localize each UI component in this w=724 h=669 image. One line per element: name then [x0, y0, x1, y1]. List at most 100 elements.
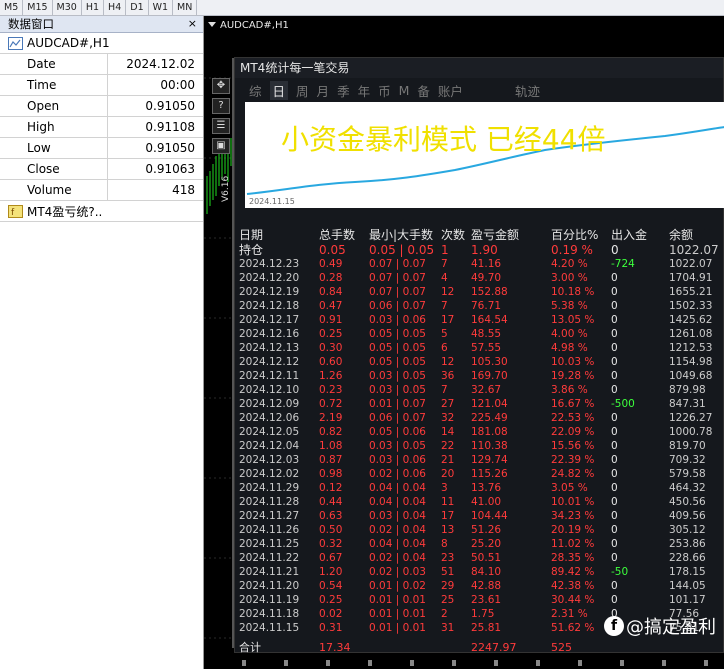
data-window-indicator-row[interactable]: f MT4盈亏统?.. [0, 201, 203, 222]
cell-count: 7 [441, 258, 448, 270]
table-row: 2024.11.25 0.32 0.04 | 0.04 8 25.20 11.02 % 0 2… [235, 537, 724, 551]
panel-tab[interactable]: 日 [269, 80, 289, 100]
cell-deposit: 0 [611, 552, 618, 564]
cell-lots: 0.12 [319, 482, 343, 494]
panel-tab[interactable]: 月 [317, 81, 330, 100]
data-window-rows: Date 2024.12.02 Time 00:00 Open 0.91050 High 0.… [0, 54, 203, 201]
panel-tab[interactable]: 备 [417, 81, 430, 100]
help-icon[interactable]: ? [212, 98, 230, 114]
cell-deposit: 0 [611, 356, 618, 368]
cell-balance: 1022.07 [669, 243, 719, 257]
panel-tab[interactable]: 账户 [438, 81, 463, 100]
panel-tab[interactable]: 轨迹 [515, 81, 540, 100]
cell-lots: 1.20 [319, 566, 343, 578]
timeframe-m15[interactable]: M15 [23, 0, 53, 15]
data-window-row: Close 0.91063 [0, 159, 203, 180]
cell-date: 2024.11.15 [239, 622, 300, 634]
chart-tab[interactable]: AUDCAD#,H1 [204, 20, 289, 34]
panel-tab[interactable]: 周 [296, 81, 309, 100]
cell-count: 51 [441, 566, 455, 578]
cell-min-max: 0.02 | 0.03 [369, 566, 426, 578]
cell-lots: 0.02 [319, 608, 343, 620]
panel-tab[interactable]: 季 [337, 81, 350, 100]
panel-tabs: 综日周月季年币 M 备账户 轨迹 [235, 78, 723, 102]
data-window-label: Date [0, 54, 108, 74]
timeframe-m5[interactable]: M5 [0, 0, 24, 15]
cell-balance: 450.56 [669, 496, 706, 508]
equity-start-date: 2024.11.15 [249, 197, 295, 206]
cell-date: 2024.12.05 [239, 426, 300, 438]
cell-balance: 144.05 [669, 580, 706, 592]
close-icon[interactable]: × [188, 16, 197, 32]
cell-balance: 579.58 [669, 468, 706, 480]
table-row: 2024.12.18 0.47 0.06 | 0.07 7 76.71 5.38 % 0 15… [235, 299, 724, 313]
cell-percent: 10.01 % [551, 496, 595, 508]
cell-percent: 2.31 % [551, 608, 588, 620]
timeframe-mn[interactable]: MN [173, 0, 198, 15]
timeframe-h4[interactable]: H4 [104, 0, 127, 15]
cell-lots: 0.23 [319, 384, 343, 396]
cell-lots: 2.19 [319, 412, 343, 424]
panel-tab[interactable]: 综 [249, 81, 262, 100]
cell-balance: 709.32 [669, 454, 706, 466]
list-icon[interactable]: ☰ [212, 118, 230, 134]
timeframe-m30[interactable]: M30 [53, 0, 82, 15]
timeframe-d1[interactable]: D1 [126, 0, 149, 15]
cell-count: 21 [441, 454, 455, 466]
cell-date: 2024.12.23 [239, 258, 300, 270]
panel-tab[interactable]: 年 [358, 81, 371, 100]
cell-date: 2024.12.10 [239, 384, 300, 396]
cell-date: 2024.12.03 [239, 454, 300, 466]
cell-deposit: 0 [611, 580, 618, 592]
cell-pnl: 25.20 [471, 538, 502, 550]
cell-percent: 5.38 % [551, 300, 588, 312]
cell-percent: 0.19 % [551, 243, 593, 257]
crosshair-icon[interactable]: ✥ [212, 78, 230, 94]
cell-percent: 3.86 % [551, 384, 588, 396]
cell-pnl: 104.44 [471, 510, 508, 522]
cell-min-max: 0.03 | 0.05 [369, 384, 426, 396]
data-window-value: 0.91050 [145, 141, 195, 155]
cell-lots: 0.84 [319, 286, 343, 298]
cell-deposit: 0 [611, 412, 618, 424]
cell-date: 2024.12.04 [239, 440, 300, 452]
panel-tab[interactable]: 币 [378, 81, 391, 100]
timeframe-h1[interactable]: H1 [82, 0, 105, 15]
cell-pnl: 121.04 [471, 398, 508, 410]
cell-min-max: 0.03 | 0.05 [369, 370, 426, 382]
cell-lots: 0.30 [319, 342, 343, 354]
cell-balance: 879.98 [669, 384, 706, 396]
cell-lots: 0.98 [319, 468, 343, 480]
cell-date: 2024.11.22 [239, 552, 300, 564]
table-row: 2024.11.26 0.50 0.02 | 0.04 13 51.26 20.19 % 0… [235, 523, 724, 537]
table-header: 日期 总手数 最小|大手数 次数 盈亏金额 百分比% 出入金 余额 [235, 228, 724, 243]
cell-pnl: 225.49 [471, 412, 508, 424]
cell-min-max: 0.05 | 0.06 [369, 426, 426, 438]
cell-deposit: 0 [611, 468, 618, 480]
cell-deposit: 0 [611, 594, 618, 606]
cell-balance: 1655.21 [669, 286, 713, 298]
panel-tab[interactable]: M [399, 83, 410, 98]
cell-balance: 1261.08 [669, 328, 713, 340]
data-window-row: Volume 418 [0, 180, 203, 201]
table-row: 2024.12.04 1.08 0.03 | 0.05 22 110.38 15.56 %… [235, 439, 724, 453]
cell-balance: 819.70 [669, 440, 706, 452]
cell-date: 2024.11.27 [239, 510, 300, 522]
cell-pnl: 41.16 [471, 258, 502, 270]
time-axis [242, 660, 708, 666]
data-window-row: Time 00:00 [0, 75, 203, 96]
cell-date: 2024.12.12 [239, 356, 300, 368]
table-row: 2024.11.22 0.67 0.02 | 0.04 23 50.51 28.35 % 0… [235, 551, 724, 565]
table-row-hold: 持仓 0.05 0.05 | 0.05 1 1.90 0.19 % 0 1022.07 [235, 243, 724, 257]
cell-count: 17 [441, 314, 455, 326]
data-window-symbol-row[interactable]: AUDCAD#,H1 [0, 33, 203, 54]
cell-deposit: 0 [611, 454, 618, 466]
cell-count: 2 [441, 608, 448, 620]
timeframe-w1[interactable]: W1 [149, 0, 174, 15]
cell-pnl: 41.00 [471, 496, 502, 508]
cell-percent: 22.39 % [551, 454, 595, 466]
chart-window[interactable]: AUDCAD#,H1 ✥? ☰ ▣ V6.16 MT4统计每一笔交易 综日周月季年币… [204, 16, 724, 669]
table-row: 2024.12.03 0.87 0.03 | 0.06 21 129.74 22.39 %… [235, 453, 724, 467]
window-icon[interactable]: ▣ [212, 138, 230, 154]
cell-date: 2024.12.18 [239, 300, 300, 312]
